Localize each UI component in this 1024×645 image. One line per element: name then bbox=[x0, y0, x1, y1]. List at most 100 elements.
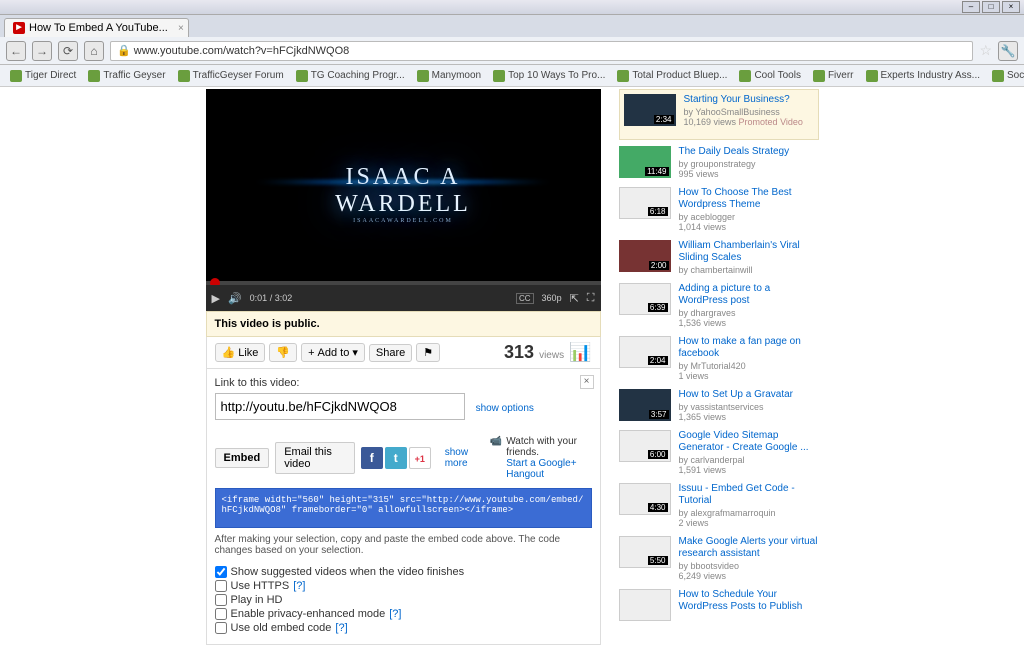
twitter-icon[interactable]: t bbox=[385, 447, 407, 469]
bookmark-favicon-icon bbox=[617, 70, 629, 82]
related-video[interactable]: 11:49The Daily Deals Strategyby groupons… bbox=[619, 146, 819, 179]
bookmark-item[interactable]: Manymoon bbox=[413, 68, 485, 84]
option-checkbox[interactable] bbox=[215, 622, 227, 634]
bookmark-item[interactable]: TrafficGeyser Forum bbox=[174, 68, 288, 84]
addto-button[interactable]: + Add to ▾ bbox=[301, 343, 365, 362]
video-thumbnail: 11:49 bbox=[619, 146, 671, 178]
hangout-link[interactable]: Start a Google+ Hangout bbox=[506, 458, 591, 480]
related-title[interactable]: How to make a fan page on facebook bbox=[679, 336, 819, 360]
bookmark-item[interactable]: Total Product Bluep... bbox=[613, 68, 731, 84]
reload-button[interactable]: ⟳ bbox=[58, 41, 78, 61]
home-button[interactable]: ⌂ bbox=[84, 41, 104, 61]
bookmark-label: TG Coaching Progr... bbox=[311, 70, 405, 81]
option-checkbox[interactable] bbox=[215, 566, 227, 578]
quality-button[interactable]: 360p bbox=[542, 293, 562, 303]
bookmark-star-icon[interactable]: ☆ bbox=[979, 42, 992, 59]
window-minimize[interactable]: – bbox=[962, 1, 980, 13]
duration-badge: 6:18 bbox=[648, 207, 668, 216]
bookmark-label: Experts Industry Ass... bbox=[881, 70, 980, 81]
related-title[interactable]: The Daily Deals Strategy bbox=[679, 146, 790, 158]
related-title[interactable]: Adding a picture to a WordPress post bbox=[679, 283, 819, 307]
back-button[interactable]: ← bbox=[6, 41, 26, 61]
duration-badge: 2:34 bbox=[654, 115, 674, 124]
related-video[interactable]: 2:34Starting Your Business?by YahooSmall… bbox=[624, 94, 814, 127]
related-title[interactable]: Issuu - Embed Get Code - Tutorial bbox=[679, 483, 819, 507]
option-label: Play in HD bbox=[231, 594, 283, 606]
bookmark-item[interactable]: Social Media Promo... bbox=[988, 68, 1024, 84]
view-count: 313 views 📊 bbox=[504, 342, 592, 363]
video-player[interactable]: ISAAC A WARDELL ISAACAWARDELL.COM ▶ 🔊 0:… bbox=[206, 89, 601, 311]
googleplus-icon[interactable]: +1 bbox=[409, 447, 431, 469]
duration-badge: 4:30 bbox=[648, 503, 668, 512]
related-author: by MrTutorial420 bbox=[679, 361, 819, 371]
related-video[interactable]: How to Schedule Your WordPress Posts to … bbox=[619, 589, 819, 621]
related-views: 2 views bbox=[679, 518, 819, 528]
forward-button[interactable]: → bbox=[32, 41, 52, 61]
play-button[interactable]: ▶ bbox=[212, 292, 220, 305]
wrench-menu-button[interactable]: 🔧 bbox=[998, 41, 1018, 61]
bookmark-favicon-icon bbox=[10, 70, 22, 82]
related-title[interactable]: Make Google Alerts your virtual research… bbox=[679, 536, 819, 560]
related-title[interactable]: How To Choose The Best Wordpress Theme bbox=[679, 187, 819, 211]
browser-tab[interactable]: ▶ How To Embed A YouTube... × bbox=[4, 18, 189, 37]
related-title[interactable]: Starting Your Business? bbox=[684, 94, 803, 106]
bookmark-item[interactable]: Tiger Direct bbox=[6, 68, 80, 84]
related-video[interactable]: 6:00Google Video Sitemap Generator - Cre… bbox=[619, 430, 819, 475]
cc-button[interactable]: CC bbox=[516, 293, 534, 304]
window-close[interactable]: × bbox=[1002, 1, 1020, 13]
embed-option: Show suggested videos when the video fin… bbox=[215, 566, 592, 578]
email-tab[interactable]: Email this video bbox=[275, 442, 355, 474]
action-bar: 👍 Like 👎 + Add to ▾ Share ⚑ 313 views 📊 bbox=[206, 337, 601, 369]
video-thumbnail: 3:57 bbox=[619, 389, 671, 421]
url-input[interactable]: 🔒 www.youtube.com/watch?v=hFCjkdNWQO8 bbox=[110, 41, 973, 61]
related-video[interactable]: 5:50 Make Google Alerts your virtual rese… bbox=[619, 536, 819, 581]
like-button[interactable]: 👍 Like bbox=[215, 343, 266, 362]
link-input[interactable] bbox=[215, 393, 465, 420]
related-title[interactable]: How to Set Up a Gravatar bbox=[679, 389, 794, 401]
fullscreen-icon[interactable]: ⛶ bbox=[587, 292, 595, 305]
close-panel-button[interactable]: × bbox=[580, 375, 594, 389]
related-video[interactable]: 2:00William Chamberlain's Viral Sliding … bbox=[619, 240, 819, 275]
option-checkbox[interactable] bbox=[215, 608, 227, 620]
show-options-link[interactable]: show options bbox=[476, 403, 534, 414]
url-text: www.youtube.com/watch?v=hFCjkdNWQO8 bbox=[134, 45, 350, 57]
close-icon[interactable]: × bbox=[178, 23, 184, 34]
duration-badge: 2:04 bbox=[648, 356, 668, 365]
volume-icon[interactable]: 🔊 bbox=[228, 292, 242, 305]
related-views: 1,014 views bbox=[679, 222, 819, 232]
help-link[interactable]: [?] bbox=[389, 608, 401, 620]
window-maximize[interactable]: □ bbox=[982, 1, 1000, 13]
related-video[interactable]: 2:04 How to make a fan page on facebookby… bbox=[619, 336, 819, 381]
related-video[interactable]: 6:39 Adding a picture to a WordPress post… bbox=[619, 283, 819, 328]
related-title[interactable]: Google Video Sitemap Generator - Create … bbox=[679, 430, 819, 454]
duration-badge: 6:39 bbox=[648, 303, 668, 312]
related-author: by chambertainwill bbox=[679, 265, 819, 275]
flag-button[interactable]: ⚑ bbox=[416, 343, 440, 362]
bookmark-item[interactable]: Fiverr bbox=[809, 68, 858, 84]
related-video[interactable]: 6:18 How To Choose The Best Wordpress The… bbox=[619, 187, 819, 232]
bookmark-item[interactable]: TG Coaching Progr... bbox=[292, 68, 409, 84]
bookmark-item[interactable]: Top 10 Ways To Pro... bbox=[489, 68, 609, 84]
related-title[interactable]: William Chamberlain's Viral Sliding Scal… bbox=[679, 240, 819, 264]
bookmark-item[interactable]: Experts Industry Ass... bbox=[862, 68, 984, 84]
help-link[interactable]: [?] bbox=[335, 622, 347, 634]
share-button[interactable]: Share bbox=[369, 344, 412, 362]
popout-icon[interactable]: ⇱ bbox=[570, 292, 579, 305]
video-thumbnail: 5:50 bbox=[619, 536, 671, 568]
embed-code-textarea[interactable]: <iframe width="560" height="315" src="ht… bbox=[215, 488, 592, 528]
related-title[interactable]: How to Schedule Your WordPress Posts to … bbox=[679, 589, 819, 613]
embed-note: After making your selection, copy and pa… bbox=[215, 534, 592, 556]
related-video[interactable]: 4:30Issuu - Embed Get Code - Tutorialby … bbox=[619, 483, 819, 528]
bookmark-item[interactable]: Traffic Geyser bbox=[84, 68, 169, 84]
bookmark-label: Total Product Bluep... bbox=[632, 70, 727, 81]
dislike-button[interactable]: 👎 bbox=[269, 343, 297, 362]
facebook-icon[interactable]: f bbox=[361, 447, 383, 469]
help-link[interactable]: [?] bbox=[293, 580, 305, 592]
related-video[interactable]: 3:57How to Set Up a Gravatarby vassistan… bbox=[619, 389, 819, 422]
bookmark-item[interactable]: Cool Tools bbox=[735, 68, 805, 84]
embed-tab[interactable]: Embed bbox=[215, 448, 270, 468]
show-more-link[interactable]: show more bbox=[445, 447, 484, 469]
video-thumbnail: 2:04 bbox=[619, 336, 671, 368]
option-checkbox[interactable] bbox=[215, 594, 227, 606]
option-checkbox[interactable] bbox=[215, 580, 227, 592]
